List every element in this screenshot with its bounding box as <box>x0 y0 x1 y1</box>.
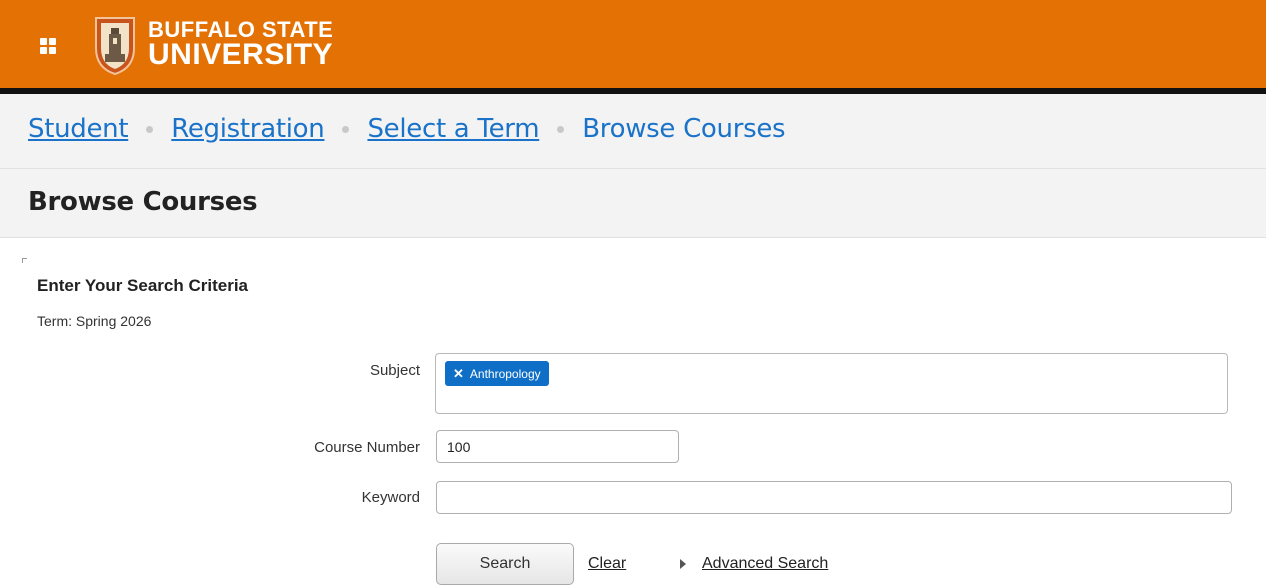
breadcrumb: Student Registration Select a Term Brows… <box>28 114 786 144</box>
section-title: Enter Your Search Criteria <box>37 276 249 295</box>
logo-line-2: UNIVERSITY <box>148 38 334 72</box>
subject-chip: ✕ Anthropology <box>445 361 549 386</box>
breadcrumb-separator <box>557 125 565 133</box>
corner-mark <box>22 258 27 263</box>
term-label: Term: Spring 2026 <box>37 313 152 329</box>
subject-chip-label: Anthropology <box>469 366 541 381</box>
apps-grid-icon[interactable] <box>40 38 56 54</box>
breadcrumb-select-term[interactable]: Select a Term <box>367 114 539 144</box>
breadcrumb-separator <box>342 125 350 133</box>
breadcrumb-separator <box>146 125 154 133</box>
course-number-input[interactable] <box>436 430 679 463</box>
subject-label: Subject <box>369 362 420 379</box>
remove-chip-icon[interactable]: ✕ <box>453 366 464 382</box>
breadcrumb-current: Browse Courses <box>582 114 786 144</box>
top-header: BUFFALO STATE UNIVERSITY <box>0 0 1266 94</box>
caret-right-icon[interactable] <box>680 559 686 569</box>
breadcrumb-student[interactable]: Student <box>28 114 129 144</box>
advanced-search-link[interactable]: Advanced Search <box>702 555 828 573</box>
title-bar: Browse Courses <box>0 169 1266 238</box>
keyword-label: Keyword <box>361 489 420 506</box>
breadcrumb-bar: Student Registration Select a Term Brows… <box>0 94 1266 169</box>
university-logo[interactable]: BUFFALO STATE UNIVERSITY <box>92 10 333 80</box>
keyword-input[interactable] <box>436 481 1232 514</box>
course-number-label: Course Number <box>314 439 420 456</box>
search-button[interactable]: Search <box>436 543 574 585</box>
breadcrumb-registration[interactable]: Registration <box>171 114 324 144</box>
logo-wordmark: BUFFALO STATE UNIVERSITY <box>148 19 334 72</box>
clear-link[interactable]: Clear <box>588 555 626 573</box>
university-seal-icon <box>95 17 135 76</box>
page-title: Browse Courses <box>28 187 258 217</box>
subject-multiselect[interactable]: ✕ Anthropology <box>435 353 1228 414</box>
